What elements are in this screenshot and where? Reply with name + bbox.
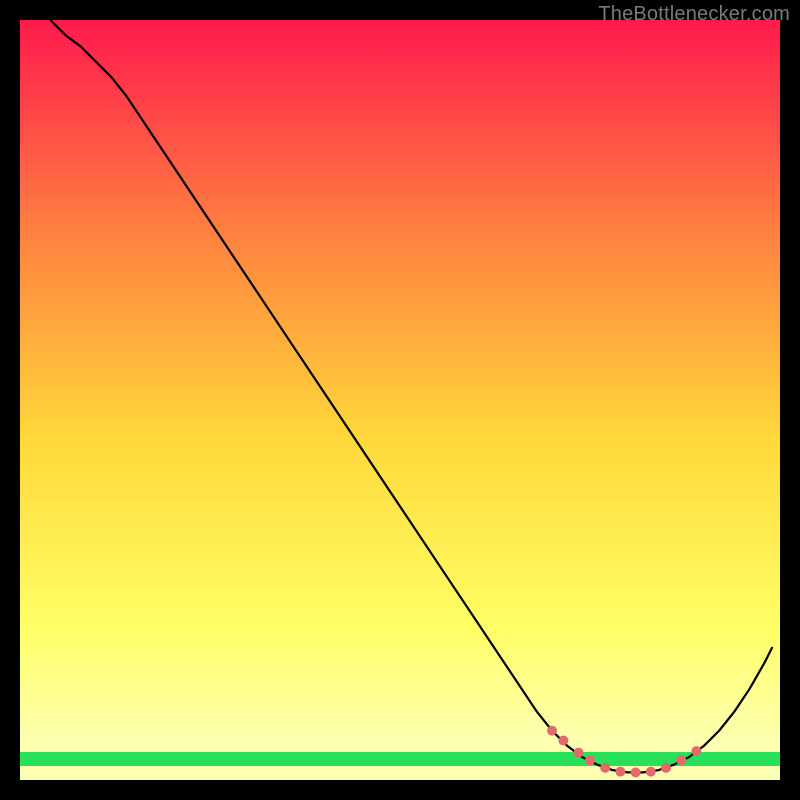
marker-dot <box>574 748 584 758</box>
marker-dot <box>600 763 610 773</box>
marker-dot <box>558 735 568 745</box>
marker-dot <box>585 755 595 765</box>
marker-dot <box>676 755 686 765</box>
attribution-label: TheBottlenecker.com <box>598 3 790 26</box>
marker-dot <box>646 767 656 777</box>
marker-dot <box>547 726 557 736</box>
marker-dot <box>691 746 701 756</box>
marker-dot <box>661 763 671 773</box>
bottleneck-chart <box>0 0 800 800</box>
marker-dot <box>631 767 641 777</box>
plot-background <box>20 20 780 780</box>
chart-stage: TheBottlenecker.com <box>0 0 800 800</box>
marker-dot <box>615 767 625 777</box>
